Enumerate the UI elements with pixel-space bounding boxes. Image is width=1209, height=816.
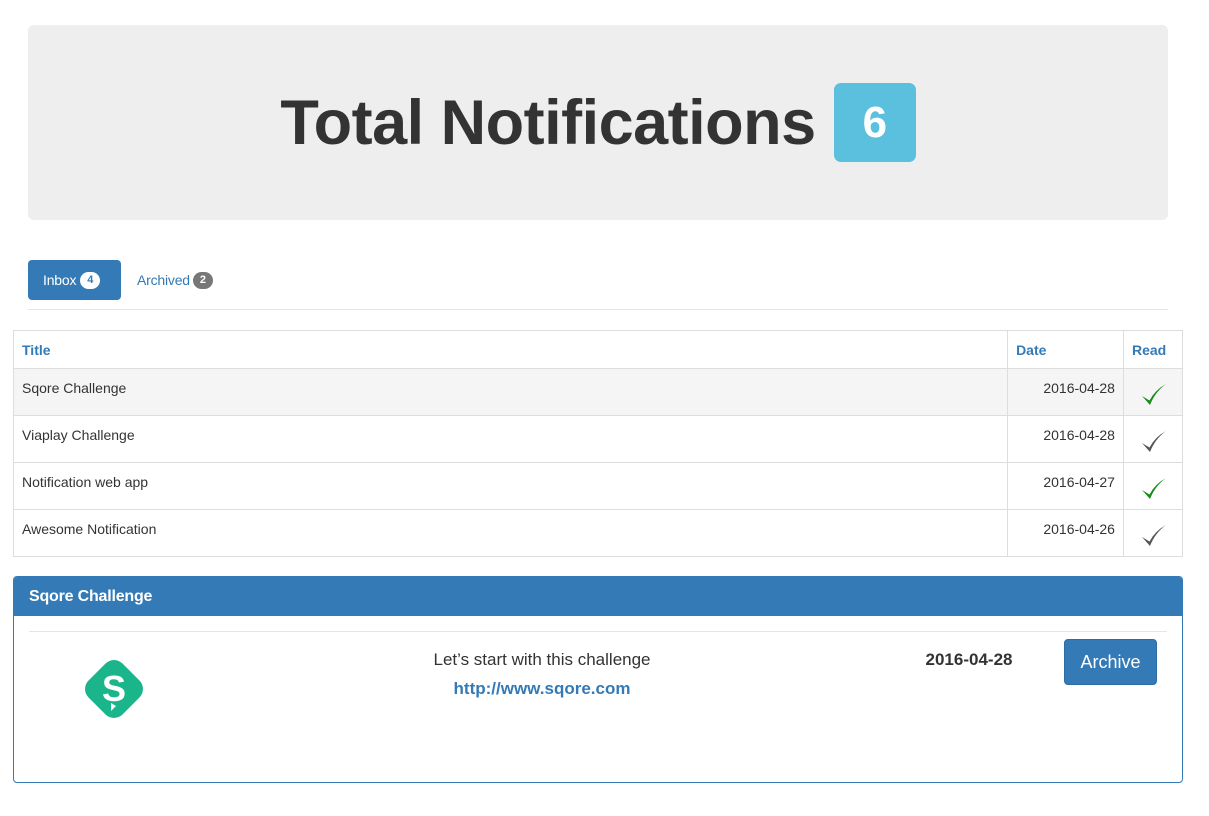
row-date: 2016-04-26 [1007,509,1124,557]
header-jumbotron: Total Notifications 6 [28,25,1168,220]
row-read-cell [1122,415,1184,463]
notifications-table: Title Date Read Sqore Challenge 2016-04-… [12,330,1184,557]
row-date: 2016-04-27 [1007,462,1124,510]
archive-button[interactable]: Archive [1064,639,1157,685]
page-title-text: Total Notifications [280,87,816,158]
row-title[interactable]: Awesome Notification [12,509,1009,557]
row-read-cell [1122,368,1184,416]
check-green-icon [1141,384,1166,405]
notification-message: Let’s start with this challenge [433,650,651,669]
check-gray-icon [1141,525,1166,546]
page-title: Total Notifications 6 [280,83,916,162]
tab-inbox[interactable]: Inbox 4 [28,260,121,300]
panel-heading: Sqore Challenge [14,577,1182,616]
column-header-title[interactable]: Title [12,330,1009,369]
row-date: 2016-04-28 [1007,415,1124,463]
divider [29,631,1167,632]
row-title[interactable]: Viaplay Challenge [12,415,1009,463]
table-header-row: Title Date Read [12,330,1184,369]
table-row[interactable]: Sqore Challenge 2016-04-28 [12,368,1184,416]
row-read-cell [1122,509,1184,557]
notification-link[interactable]: http://www.sqore.com [314,679,770,699]
tab-inbox-label: Inbox [43,272,77,288]
check-green-icon [1141,478,1166,499]
notification-date: 2016-04-28 [925,650,1013,669]
row-title[interactable]: Sqore Challenge [12,368,1009,416]
table-row[interactable]: Viaplay Challenge 2016-04-28 [12,415,1184,463]
table-row[interactable]: Notification web app 2016-04-27 [12,462,1184,510]
row-date: 2016-04-28 [1007,368,1124,416]
row-read-cell [1122,462,1184,510]
notification-detail-panel: Sqore Challenge S Let’s start with this … [13,576,1183,783]
sqore-logo-icon: S [85,660,143,718]
total-count-badge: 6 [833,83,916,162]
check-gray-icon [1141,431,1166,452]
tab-archived[interactable]: Archived 2 [137,260,213,300]
tab-archived-label: Archived [137,272,190,288]
svg-text:S: S [102,668,126,709]
archived-count-badge: 2 [192,271,213,289]
column-header-read[interactable]: Read [1122,330,1184,369]
row-title[interactable]: Notification web app [12,462,1009,510]
notification-tabs: Inbox 4 Archived 2 [28,259,1168,310]
column-header-date[interactable]: Date [1007,330,1124,369]
inbox-count-badge: 4 [80,271,101,289]
table-row[interactable]: Awesome Notification 2016-04-26 [12,509,1184,557]
